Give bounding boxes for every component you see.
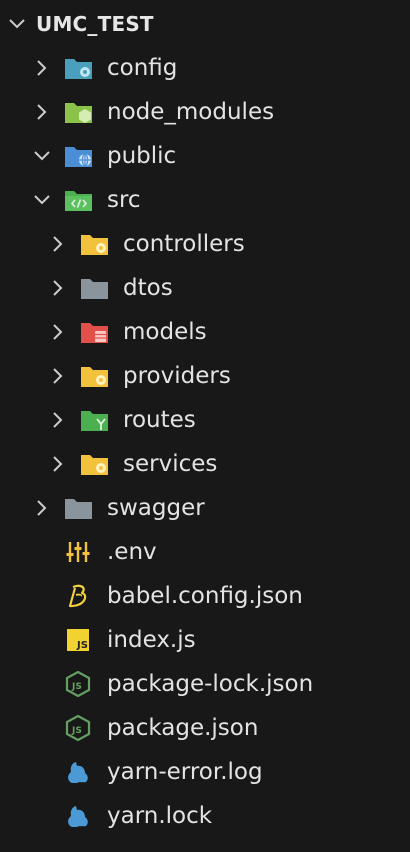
- yarn-icon: [64, 803, 94, 829]
- folder-models-icon: [80, 319, 110, 345]
- chevron-right-icon: [31, 101, 53, 123]
- chevron-down-icon: [31, 145, 53, 167]
- tree-item-src[interactable]: src: [0, 178, 410, 222]
- file-explorer: UMC_TEST config node_modules public src …: [0, 0, 410, 852]
- folder-config-icon: [64, 55, 94, 81]
- tree-item-label: .env: [107, 539, 157, 565]
- folder-icon: [80, 275, 110, 301]
- svg-text:JS: JS: [71, 682, 82, 692]
- tree-item-package-json[interactable]: JS package.json: [0, 706, 410, 750]
- env-file-icon: [64, 539, 94, 565]
- chevron-down-icon: [6, 13, 28, 35]
- folder-src-icon: [64, 187, 94, 213]
- tree-item-label: providers: [123, 363, 231, 389]
- chevron-right-icon: [31, 57, 53, 79]
- tree-item-label: services: [123, 451, 218, 477]
- tree-item-label: models: [123, 319, 207, 345]
- tree-item-providers[interactable]: providers: [0, 354, 410, 398]
- tree-item-public[interactable]: public: [0, 134, 410, 178]
- chevron-right-icon: [47, 277, 69, 299]
- chevron-down-icon: [31, 189, 53, 211]
- tree-item-yarn-lock[interactable]: yarn.lock: [0, 794, 410, 838]
- tree-item-swagger[interactable]: swagger: [0, 486, 410, 530]
- tree-item-label: yarn.lock: [107, 803, 213, 829]
- tree-item-label: index.js: [107, 627, 196, 653]
- tree-item-label: dtos: [123, 275, 173, 301]
- chevron-right-icon: [47, 453, 69, 475]
- tree-item-routes[interactable]: routes: [0, 398, 410, 442]
- babel-icon: [64, 583, 94, 609]
- chevron-right-icon: [47, 365, 69, 387]
- nodejs-icon: JS: [64, 715, 94, 741]
- chevron-right-icon: [47, 409, 69, 431]
- tree-item-label: public: [107, 143, 177, 169]
- tree-item-label: package-lock.json: [107, 671, 314, 697]
- chevron-right-icon: [47, 321, 69, 343]
- explorer-root-label: UMC_TEST: [36, 12, 154, 36]
- tree-item-label: yarn-error.log: [107, 759, 263, 785]
- svg-text:JS: JS: [76, 640, 88, 651]
- tree-item-index-js[interactable]: JS index.js: [0, 618, 410, 662]
- javascript-icon: JS: [64, 627, 94, 653]
- nodejs-icon: JS: [64, 671, 94, 697]
- tree-item-label: package.json: [107, 715, 259, 741]
- tree-item-babel-config[interactable]: babel.config.json: [0, 574, 410, 618]
- tree-item-label: babel.config.json: [107, 583, 303, 609]
- folder-controllers-icon: [80, 231, 110, 257]
- svg-text:JS: JS: [71, 726, 82, 736]
- tree-item-label: routes: [123, 407, 196, 433]
- tree-item-config[interactable]: config: [0, 46, 410, 90]
- tree-item-env[interactable]: .env: [0, 530, 410, 574]
- tree-item-label: swagger: [107, 495, 205, 521]
- tree-item-controllers[interactable]: controllers: [0, 222, 410, 266]
- folder-icon: [64, 495, 94, 521]
- tree-item-label: config: [107, 55, 178, 81]
- folder-public-icon: [64, 143, 94, 169]
- yarn-icon: [64, 759, 94, 785]
- tree-item-services[interactable]: services: [0, 442, 410, 486]
- tree-item-package-lock-json[interactable]: JS package-lock.json: [0, 662, 410, 706]
- explorer-root-umc-test[interactable]: UMC_TEST: [0, 2, 410, 46]
- tree-item-dtos[interactable]: dtos: [0, 266, 410, 310]
- tree-item-node-modules[interactable]: node_modules: [0, 90, 410, 134]
- folder-services-icon: [80, 451, 110, 477]
- folder-node-icon: [64, 99, 94, 125]
- tree-item-label: src: [107, 187, 141, 213]
- tree-item-yarn-error-log[interactable]: yarn-error.log: [0, 750, 410, 794]
- chevron-right-icon: [31, 497, 53, 519]
- tree-item-label: controllers: [123, 231, 245, 257]
- folder-providers-icon: [80, 363, 110, 389]
- tree-item-label: node_modules: [107, 99, 275, 125]
- folder-routes-icon: [80, 407, 110, 433]
- chevron-right-icon: [47, 233, 69, 255]
- tree-item-models[interactable]: models: [0, 310, 410, 354]
